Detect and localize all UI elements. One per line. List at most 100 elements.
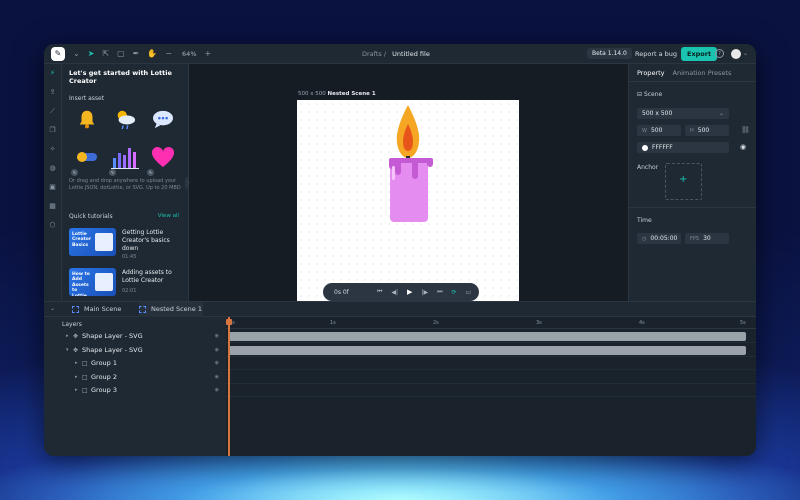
fps-field[interactable]: FPS 30 xyxy=(685,233,729,244)
lightning-icon[interactable]: ⚡ xyxy=(44,64,61,83)
artboard[interactable] xyxy=(297,100,519,301)
chevron-down-icon[interactable]: ⌄ xyxy=(73,49,80,58)
zoom-level[interactable]: 64% xyxy=(182,50,196,58)
layer-name[interactable]: Group 2 xyxy=(91,371,117,384)
height-value[interactable]: 500 xyxy=(698,127,709,134)
layer-row[interactable]: ▸ □ Group 2 ◉ xyxy=(44,371,226,384)
eye-icon[interactable]: ◉ xyxy=(215,344,219,357)
weather-icon[interactable] xyxy=(107,104,143,134)
node-tool-icon[interactable]: ⇱ xyxy=(102,49,109,58)
chevron-right-icon[interactable]: ▸ xyxy=(75,371,78,384)
lock-icon[interactable]: ⛓ xyxy=(741,126,750,134)
hand-tool-icon[interactable]: ✋ xyxy=(147,49,157,58)
tutorial-thumbnail[interactable]: How to Add Assets to Lottie Creator xyxy=(69,268,116,296)
layer-duration-bar[interactable] xyxy=(229,346,746,355)
width-field[interactable]: W 500 xyxy=(637,125,681,136)
play-icon[interactable]: ▶ xyxy=(407,288,412,296)
layer-name[interactable]: Group 3 xyxy=(91,384,117,397)
fps-value[interactable]: 30 xyxy=(703,235,711,242)
zoom-out-icon[interactable]: − xyxy=(165,49,172,58)
layers-icon[interactable]: ❐ xyxy=(44,121,61,140)
height-field[interactable]: H 500 xyxy=(685,125,729,136)
breadcrumb-root[interactable]: Drafts xyxy=(362,50,382,58)
background-color-value[interactable]: FFFFFF xyxy=(652,144,673,151)
heart-icon[interactable]: ✎ xyxy=(145,142,181,176)
tutorial-title[interactable]: Adding assets to Lottie Creator xyxy=(122,269,182,285)
tutorial-card[interactable]: How to Add Assets to Lottie Creator Addi… xyxy=(69,268,181,301)
chevron-down-icon[interactable]: ⌄ xyxy=(50,305,55,312)
playhead-handle[interactable] xyxy=(226,319,232,325)
step-back-icon[interactable]: ◀| xyxy=(391,289,398,296)
scene-size-select[interactable]: 500 x 500 ⌄ xyxy=(637,108,729,119)
fullscreen-icon[interactable]: ▭ xyxy=(466,289,472,296)
bell-icon[interactable] xyxy=(69,104,105,134)
avatar[interactable] xyxy=(731,49,741,59)
upload-icon[interactable]: ⇪ xyxy=(44,83,61,102)
pen-tool-icon[interactable]: ✒ xyxy=(133,49,140,58)
pen-icon[interactable]: ⟋ xyxy=(44,102,61,121)
layer-row[interactable]: ▾ ✥ Shape Layer - SVG ◉ xyxy=(44,344,226,357)
chevron-right-icon[interactable]: ▸ xyxy=(66,330,69,343)
report-bug-button[interactable]: Report a bug xyxy=(635,50,677,58)
tutorial-card[interactable]: Lottie Creator Basics Getting Lottie Cre… xyxy=(69,228,181,262)
chevron-right-icon[interactable]: ▸ xyxy=(75,384,78,397)
background-color-field[interactable]: FFFFFF xyxy=(637,142,729,153)
layer-row[interactable]: ▸ □ Group 3 ◉ xyxy=(44,384,226,397)
layer-name[interactable]: Shape Layer - SVG xyxy=(82,330,143,343)
eye-icon[interactable]: ◉ xyxy=(740,143,746,151)
width-value[interactable]: 500 xyxy=(651,127,662,134)
eye-icon[interactable]: ◉ xyxy=(215,371,219,384)
skip-to-start-icon[interactable]: ⏮ xyxy=(377,288,382,296)
duration-field[interactable]: ◷ 00:05:00 xyxy=(637,233,681,244)
tutorial-thumbnail[interactable]: Lottie Creator Basics xyxy=(69,228,116,256)
anchor-center-icon[interactable]: + xyxy=(679,174,687,185)
image-icon[interactable]: ▣ xyxy=(44,178,61,197)
edit-icon[interactable]: ✎ xyxy=(71,169,78,176)
chat-bubble-icon[interactable] xyxy=(145,104,181,134)
tab-animation-presets[interactable]: Animation Presets xyxy=(665,64,732,81)
anchor-picker[interactable]: + xyxy=(665,163,702,200)
duration-value[interactable]: 00:05:00 xyxy=(650,235,677,242)
app-logo-icon[interactable]: ✎ xyxy=(51,46,65,61)
canvas-area[interactable]: 500 x 500 Nested Scene 1 0s 0f ⏮ ◀| ▶ |▶… xyxy=(189,64,628,301)
shape-tool-icon[interactable]: ▢ xyxy=(117,49,125,58)
sparkle-icon[interactable]: ✧ xyxy=(44,140,61,159)
timeline-tracks[interactable]: 0s 1s 2s 3s 4s 5s xyxy=(226,317,756,456)
export-button[interactable]: Export xyxy=(681,47,718,61)
tab-property[interactable]: Property xyxy=(629,64,665,81)
layer-row[interactable]: ▸ □ Group 1 ◉ xyxy=(44,357,226,370)
eye-icon[interactable]: ◉ xyxy=(215,384,219,397)
zoom-in-icon[interactable]: + xyxy=(205,49,212,58)
layer-name[interactable]: Shape Layer - SVG xyxy=(82,344,143,357)
layer-row[interactable]: ▸ ✥ Shape Layer - SVG ◉ xyxy=(44,330,226,343)
view-all-link[interactable]: View all xyxy=(158,213,179,219)
time-ruler[interactable]: 0s 1s 2s 3s 4s 5s xyxy=(226,317,756,329)
bar-chart-icon[interactable]: ✎ xyxy=(107,142,143,176)
candle-illustration[interactable] xyxy=(297,100,519,301)
skip-to-end-icon[interactable]: ⏭ xyxy=(437,288,442,296)
chevron-right-icon[interactable]: ▸ xyxy=(75,357,78,370)
color-swatch[interactable] xyxy=(642,144,648,151)
file-name[interactable]: Untitled file xyxy=(392,50,430,58)
edit-icon[interactable]: ✎ xyxy=(109,169,116,176)
loop-icon[interactable]: ⟳ xyxy=(451,289,456,296)
chevron-down-icon[interactable]: ⌄ xyxy=(743,50,748,57)
grid-icon[interactable]: ▦ xyxy=(44,197,61,216)
select-tool-icon[interactable]: ➤ xyxy=(88,49,95,58)
step-forward-icon[interactable]: |▶ xyxy=(421,289,428,296)
toggle-icon[interactable]: ✎ xyxy=(69,142,105,176)
layer-duration-bar[interactable] xyxy=(229,332,746,341)
tab-main-scene[interactable]: Main Scene xyxy=(72,302,134,317)
plugin-icon[interactable]: ⬡ xyxy=(44,216,61,235)
eye-icon[interactable]: ◉ xyxy=(215,330,219,343)
globe-icon[interactable]: ◍ xyxy=(44,159,61,178)
eye-icon[interactable]: ◉ xyxy=(215,357,219,370)
help-icon[interactable]: ? xyxy=(715,49,724,58)
tab-nested-scene[interactable]: Nested Scene 1 xyxy=(139,302,203,317)
edit-icon[interactable]: ✎ xyxy=(147,169,154,176)
playhead[interactable] xyxy=(228,317,230,456)
tutorial-title[interactable]: Getting Lottie Creator's basics down xyxy=(122,229,182,253)
tab-label: Nested Scene 1 xyxy=(151,305,203,313)
layer-name[interactable]: Group 1 xyxy=(91,357,117,370)
chevron-down-icon[interactable]: ▾ xyxy=(66,344,69,357)
